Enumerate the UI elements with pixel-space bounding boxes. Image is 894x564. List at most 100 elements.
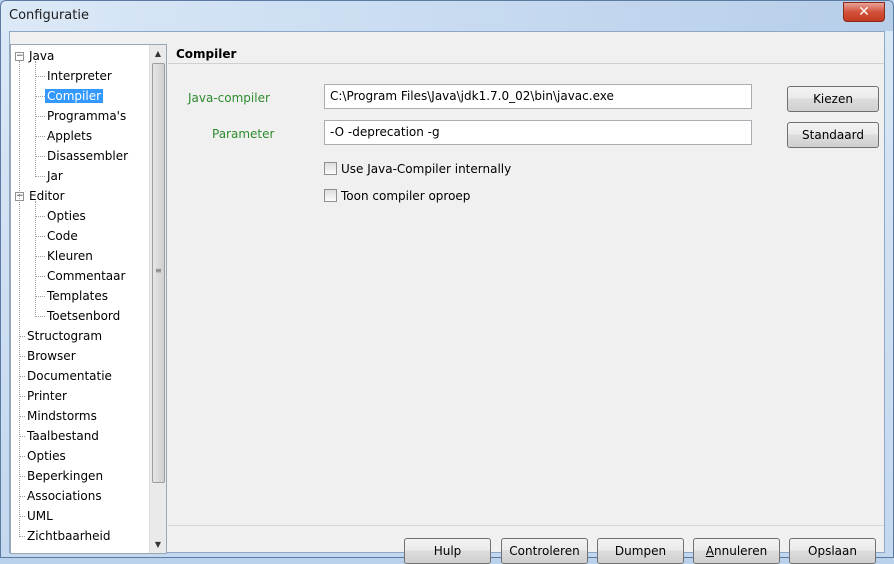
- tree-item[interactable]: Kleuren: [45, 247, 95, 265]
- checkbox-internal[interactable]: Use Java-Compiler internally: [324, 161, 511, 177]
- tree-item[interactable]: Jar: [45, 167, 65, 185]
- client-area: − Java Interpreter Compiler Programma's Apple…: [9, 31, 885, 564]
- tree-item-label: Editor: [29, 189, 65, 203]
- content-area: Compiler Java-compiler C:\Program Files\…: [168, 44, 884, 564]
- tree-item[interactable]: Programma's: [45, 107, 128, 125]
- collapse-icon[interactable]: −: [15, 52, 24, 61]
- dump-button[interactable]: Dumpen: [597, 538, 684, 564]
- tree-connector: [35, 96, 45, 97]
- tree-item-label: Beperkingen: [27, 469, 104, 483]
- titlebar[interactable]: Configuratie ✕: [1, 1, 893, 31]
- tree-item[interactable]: Browser: [25, 347, 78, 365]
- compiler-label: Java-compiler: [188, 91, 270, 105]
- tree-connector: [35, 76, 45, 77]
- parameter-label: Parameter: [212, 127, 275, 141]
- content-heading: Compiler: [168, 44, 884, 64]
- tree-connector: [35, 296, 45, 297]
- cancel-accel: A: [705, 544, 714, 558]
- tree-item-label: Opties: [27, 449, 66, 463]
- window-title: Configuratie: [9, 8, 89, 23]
- tree-item[interactable]: Toetsenbord: [45, 307, 122, 325]
- grip-icon: ≡: [155, 266, 162, 275]
- tree-item-label: Jar: [47, 169, 63, 183]
- tree-item-label: Code: [47, 229, 78, 243]
- tree-connector: [35, 216, 45, 217]
- tree-scrollbar[interactable]: ▲ ≡ ▼: [149, 45, 166, 553]
- parameter-input[interactable]: -O -deprecation -g: [324, 120, 752, 145]
- tree-item-label: Kleuren: [47, 249, 93, 263]
- tree-item-label: UML: [27, 509, 53, 523]
- compiler-input[interactable]: C:\Program Files\Java\jdk1.7.0_02\bin\ja…: [324, 84, 752, 109]
- checkbox-label: Use Java-Compiler internally: [341, 162, 512, 176]
- tree-item-label: Mindstorms: [27, 409, 97, 423]
- close-icon: ✕: [858, 4, 870, 20]
- choose-button[interactable]: Kiezen: [787, 86, 879, 112]
- main-window: Configuratie ✕ − Java Interpreter Compiler P…: [0, 0, 894, 564]
- page-title: Compiler: [176, 47, 237, 61]
- tree-item[interactable]: Zichtbaarheid: [25, 527, 112, 545]
- tree-item-label: Associations: [27, 489, 102, 503]
- tree-item[interactable]: Disassembler: [45, 147, 130, 165]
- tree-item[interactable]: Beperkingen: [25, 467, 105, 485]
- tree-item-label: Templates: [47, 289, 109, 303]
- tree-guide: [35, 201, 36, 317]
- tree-item-label: Commentaar: [47, 269, 126, 283]
- tree-item-label: Taalbestand: [27, 429, 99, 443]
- sidebar-tree[interactable]: − Java Interpreter Compiler Programma's Apple…: [10, 44, 167, 554]
- tree-item-label: Structogram: [27, 329, 103, 343]
- checkbox-show-call[interactable]: Toon compiler oproep: [324, 188, 470, 204]
- standard-button[interactable]: Standaard: [787, 122, 879, 148]
- scroll-down-icon[interactable]: ▼: [150, 536, 166, 553]
- tree-item-label: Applets: [47, 129, 93, 143]
- checkbox-box[interactable]: [324, 189, 337, 202]
- tree-item-label: Disassembler: [47, 149, 129, 163]
- tree-item[interactable]: Mindstorms: [25, 407, 99, 425]
- tree-guide: [19, 61, 20, 537]
- tree-item-label: Printer: [27, 389, 67, 403]
- tree-item-label: Zichtbaarheid: [27, 529, 111, 543]
- tree-item[interactable]: Applets: [45, 127, 94, 145]
- tree-connector: [35, 316, 45, 317]
- checkbox-box[interactable]: [324, 162, 337, 175]
- tree-item[interactable]: Printer: [25, 387, 69, 405]
- tree-item-label: Programma's: [47, 109, 127, 123]
- tree-item-label: Java: [29, 49, 55, 63]
- tree-item-label: Toetsenbord: [47, 309, 121, 323]
- tree-connector: [35, 176, 45, 177]
- tree-item[interactable]: Associations: [25, 487, 104, 505]
- tree-item-label: Opties: [47, 209, 86, 223]
- tree-item[interactable]: Opties: [45, 207, 88, 225]
- tree-item[interactable]: Compiler: [45, 87, 104, 105]
- check-button[interactable]: Controleren: [501, 538, 588, 564]
- close-button[interactable]: ✕: [843, 2, 885, 22]
- tree-item[interactable]: Commentaar: [45, 267, 127, 285]
- tree-item[interactable]: Code: [45, 227, 80, 245]
- tree-item[interactable]: Templates: [45, 287, 110, 305]
- tree-connector: [35, 136, 45, 137]
- tree-connector: [35, 116, 45, 117]
- tree-connector: [35, 256, 45, 257]
- tree-item-label: Browser: [27, 349, 76, 363]
- tree-item-label: Compiler: [45, 89, 104, 103]
- tree-guide: [35, 61, 36, 177]
- tree-connector: [35, 276, 45, 277]
- tree-connector: [35, 236, 45, 237]
- tree-item[interactable]: Documentatie: [25, 367, 114, 385]
- help-button[interactable]: Hulp: [404, 538, 491, 564]
- scroll-thumb[interactable]: ≡: [152, 63, 165, 483]
- checkbox-label: Toon compiler oproep: [341, 189, 471, 203]
- save-button[interactable]: Opslaan: [789, 538, 876, 564]
- tree-item[interactable]: UML: [25, 507, 55, 525]
- tree-items: − Java Interpreter Compiler Programma's Apple…: [11, 45, 149, 553]
- footer-divider: [168, 525, 884, 526]
- tree-item[interactable]: Interpreter: [45, 67, 114, 85]
- cancel-rest: nnuleren: [714, 544, 768, 558]
- tree-connector: [35, 156, 45, 157]
- tree-item[interactable]: − Editor: [15, 187, 67, 205]
- tree-item[interactable]: Structogram: [25, 327, 104, 345]
- tree-item[interactable]: Taalbestand: [25, 427, 101, 445]
- tree-item[interactable]: Opties: [25, 447, 68, 465]
- tree-item-label: Documentatie: [27, 369, 112, 383]
- scroll-up-icon[interactable]: ▲: [150, 45, 166, 62]
- cancel-button[interactable]: Annuleren: [693, 538, 780, 564]
